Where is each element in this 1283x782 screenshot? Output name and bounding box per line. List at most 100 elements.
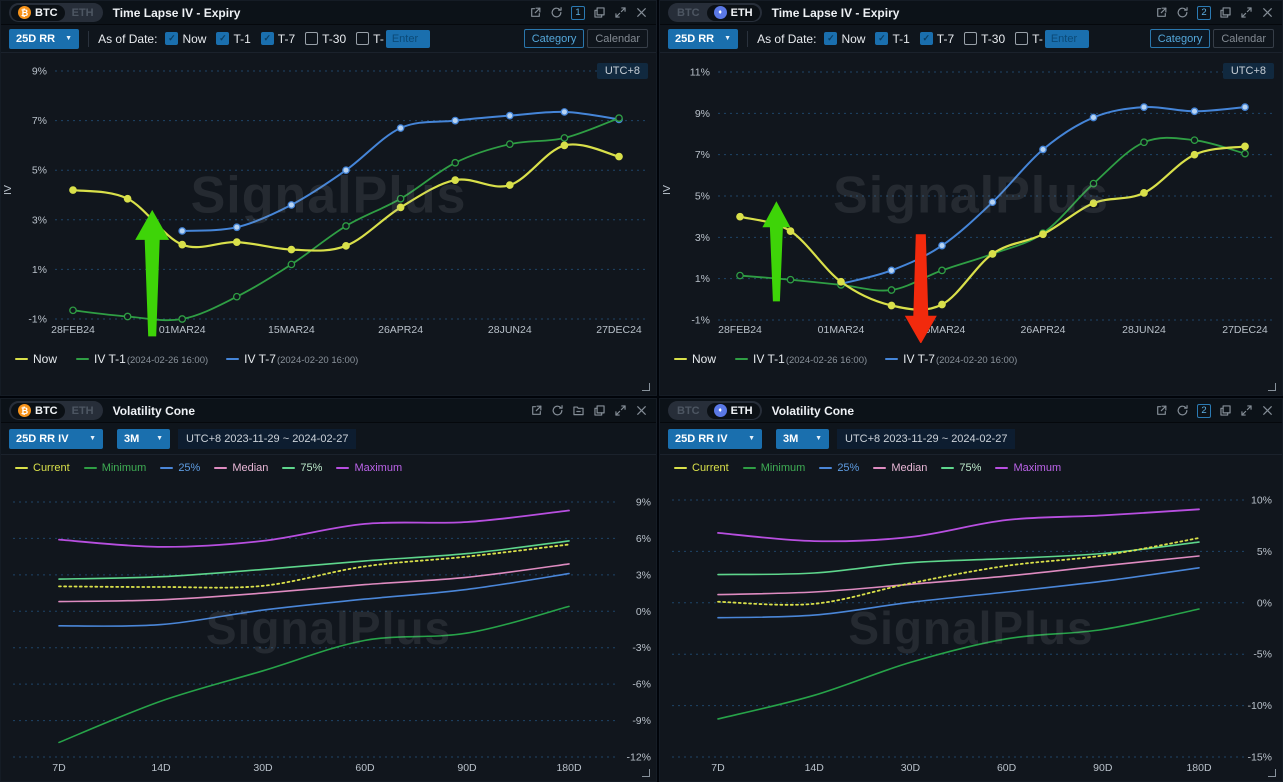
refresh-icon[interactable] [550, 6, 563, 19]
resize-handle[interactable] [642, 383, 650, 391]
window-count-badge[interactable]: 2 [1197, 404, 1211, 418]
open-in-new-icon[interactable] [1155, 404, 1168, 417]
legend-item[interactable]: Now [15, 352, 58, 366]
checkbox-t1[interactable]: T-1 [875, 32, 909, 46]
custom-date-input[interactable]: Enter [386, 30, 430, 48]
close-icon[interactable] [1261, 6, 1274, 19]
legend-item[interactable]: Maximum [995, 462, 1061, 474]
legend: Current Minimum 25% Median 75% Maximum [660, 455, 1282, 481]
custom-date-input[interactable]: Enter [1045, 30, 1089, 48]
duplicate-icon[interactable] [1219, 404, 1232, 417]
tenor-dropdown[interactable]: 3M▼ [117, 429, 170, 449]
legend: Current Minimum 25% Median 75% Maximum [1, 455, 656, 481]
asset-tab-eth[interactable]: ♦ ETH [707, 5, 760, 21]
chart-canvas[interactable]: 9%7%5%3%1%-1%28FEB2401MAR2415MAR2426APR2… [1, 53, 656, 343]
window-count-badge[interactable]: 1 [571, 6, 585, 20]
titlebar: ₿ BTC ETH Volatility Cone [1, 399, 656, 423]
chart-canvas[interactable]: 10%5%0%-5%-10%-15%7D14D30D60D90D180D [660, 481, 1282, 778]
svg-text:1%: 1% [32, 264, 47, 276]
category-button[interactable]: Category [524, 29, 585, 48]
checkbox-t-custom[interactable]: T- [1015, 32, 1043, 46]
checkbox-t-custom[interactable]: T- [356, 32, 384, 46]
checkbox-t30[interactable]: T-30 [305, 32, 346, 46]
duplicate-icon[interactable] [593, 6, 606, 19]
resize-handle[interactable] [1268, 383, 1276, 391]
refresh-icon[interactable] [1176, 404, 1189, 417]
legend-dash [885, 358, 898, 360]
chart-canvas[interactable]: 9%6%3%0%-3%-6%-9%-12%7D14D30D60D90D180D [1, 481, 656, 778]
expand-icon[interactable] [1240, 6, 1253, 19]
legend-dash [15, 358, 28, 360]
close-icon[interactable] [635, 404, 648, 417]
close-icon[interactable] [1261, 404, 1274, 417]
legend-item[interactable]: Minimum [743, 462, 806, 474]
expand-icon[interactable] [614, 404, 627, 417]
asset-tab-btc[interactable]: ₿ BTC [11, 5, 65, 21]
duplicate-icon[interactable] [1219, 6, 1232, 19]
svg-text:10%: 10% [1251, 495, 1272, 507]
open-in-new-icon[interactable] [1155, 6, 1168, 19]
asset-tab-btc[interactable]: BTC [670, 5, 707, 21]
legend-item[interactable]: Median [214, 462, 268, 474]
checkbox-box [875, 32, 888, 45]
asset-tab-eth[interactable]: ETH [65, 5, 101, 21]
checkbox-t7[interactable]: T-7 [261, 32, 295, 46]
legend-item[interactable]: 75% [941, 462, 981, 474]
asset-tab-btc[interactable]: ₿ BTC [11, 403, 65, 419]
svg-text:5%: 5% [32, 165, 47, 177]
open-in-new-icon[interactable] [529, 6, 542, 19]
tenor-dropdown[interactable]: 3M▼ [776, 429, 829, 449]
checkbox-t30[interactable]: T-30 [964, 32, 1005, 46]
legend-dash [735, 358, 748, 360]
legend-item[interactable]: Now [674, 352, 717, 366]
close-icon[interactable] [635, 6, 648, 19]
legend-dash [743, 467, 756, 469]
checkbox-t1[interactable]: T-1 [216, 32, 250, 46]
panel-title: Time Lapse IV - Expiry [113, 6, 241, 20]
checkbox-t7[interactable]: T-7 [920, 32, 954, 46]
calendar-button[interactable]: Calendar [587, 29, 648, 48]
legend-item[interactable]: Minimum [84, 462, 147, 474]
refresh-icon[interactable] [1176, 6, 1189, 19]
legend-item[interactable]: Current [15, 462, 70, 474]
window-count-badge[interactable]: 2 [1197, 6, 1211, 20]
legend-item[interactable]: Current [674, 462, 729, 474]
legend-item[interactable]: Maximum [336, 462, 402, 474]
asset-tab-eth[interactable]: ETH [65, 403, 101, 419]
metric-dropdown[interactable]: 25D RR▼ [668, 29, 738, 49]
legend-item[interactable]: IV T-1(2024-02-26 16:00) [735, 352, 867, 366]
legend-item[interactable]: Median [873, 462, 927, 474]
panel-eth-volatility-cone: BTC ♦ ETH Volatility Cone 2 25D RR IV▼ 3… [659, 398, 1283, 782]
refresh-icon[interactable] [551, 404, 564, 417]
resize-handle[interactable] [1268, 769, 1276, 777]
chart-area: SignalPlus UTC+8 IV 11%9%7%5%3%1%-1%28FE… [660, 53, 1282, 343]
expand-icon[interactable] [1240, 404, 1253, 417]
metric-dropdown[interactable]: 25D RR IV▼ [9, 429, 103, 449]
duplicate-icon[interactable] [593, 404, 606, 417]
metric-dropdown[interactable]: 25D RR▼ [9, 29, 79, 49]
resize-handle[interactable] [642, 769, 650, 777]
calendar-button[interactable]: Calendar [1213, 29, 1274, 48]
legend-item[interactable]: 75% [282, 462, 322, 474]
svg-text:26APR24: 26APR24 [378, 324, 423, 336]
legend-item[interactable]: 25% [819, 462, 859, 474]
metric-dropdown[interactable]: 25D RR IV▼ [668, 429, 762, 449]
legend-item[interactable]: IV T-7(2024-02-20 16:00) [885, 352, 1017, 366]
expand-icon[interactable] [614, 6, 627, 19]
asset-tab-eth[interactable]: ♦ ETH [707, 403, 760, 419]
folder-icon[interactable] [572, 404, 585, 417]
legend-item[interactable]: 25% [160, 462, 200, 474]
svg-text:14D: 14D [805, 762, 825, 774]
checkbox-now[interactable]: Now [165, 32, 206, 46]
open-in-new-icon[interactable] [530, 404, 543, 417]
checkbox-now[interactable]: Now [824, 32, 865, 46]
category-button[interactable]: Category [1150, 29, 1211, 48]
legend-item[interactable]: IV T-1(2024-02-26 16:00) [76, 352, 208, 366]
svg-text:30D: 30D [901, 762, 921, 774]
asset-toggle: ₿ BTC ETH [9, 401, 103, 420]
legend-item[interactable]: IV T-7(2024-02-20 16:00) [226, 352, 358, 366]
legend-dash [214, 467, 227, 469]
svg-text:1%: 1% [695, 273, 710, 285]
chart-canvas[interactable]: 11%9%7%5%3%1%-1%28FEB2401MAR2415MAR2426A… [660, 53, 1282, 343]
asset-tab-btc[interactable]: BTC [670, 403, 707, 419]
